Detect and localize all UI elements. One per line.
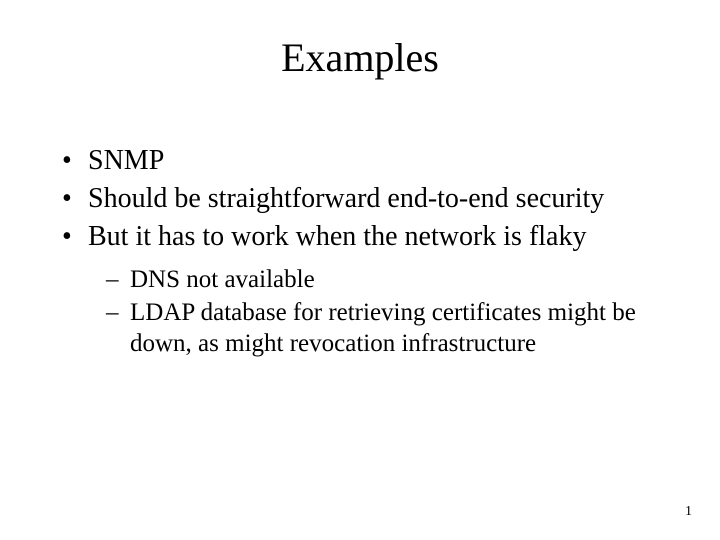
sub-bullet-text: DNS not available bbox=[130, 266, 315, 293]
slide: Examples SNMP Should be straightforward … bbox=[0, 0, 720, 540]
bullet-item: Should be straightforward end-to-end sec… bbox=[60, 182, 672, 216]
bullet-text: But it has to work when the network is f… bbox=[88, 221, 586, 252]
bullet-item: But it has to work when the network is f… bbox=[60, 220, 672, 359]
sub-bullet-item: DNS not available bbox=[106, 264, 672, 295]
sub-bullet-text: LDAP database for retrieving certificate… bbox=[130, 299, 636, 357]
bullet-item: SNMP bbox=[60, 144, 672, 178]
slide-title: Examples bbox=[0, 34, 720, 81]
sub-bullet-list: DNS not available LDAP database for retr… bbox=[88, 264, 672, 359]
page-number: 1 bbox=[685, 504, 692, 520]
sub-bullet-item: LDAP database for retrieving certificate… bbox=[106, 297, 672, 359]
bullet-list: SNMP Should be straightforward end-to-en… bbox=[60, 144, 672, 359]
bullet-text: Should be straightforward end-to-end sec… bbox=[88, 183, 604, 214]
slide-body: SNMP Should be straightforward end-to-en… bbox=[60, 144, 672, 363]
bullet-text: SNMP bbox=[88, 145, 164, 176]
